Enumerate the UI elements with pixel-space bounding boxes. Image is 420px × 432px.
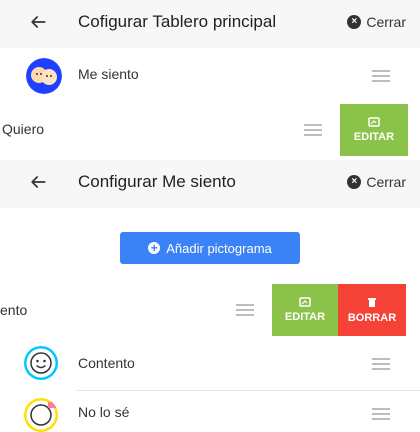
- drag-handle-icon[interactable]: [372, 358, 390, 370]
- list-item-label: Quiero: [2, 121, 45, 137]
- avatar: [24, 346, 58, 380]
- close-circle-icon: ×: [347, 15, 362, 29]
- list-item-label: ento: [0, 302, 28, 318]
- smiley-face-icon: [24, 346, 58, 380]
- list-item-label: Contento: [78, 355, 135, 371]
- list-item[interactable]: Me siento: [0, 48, 420, 104]
- page-title: Configurar Me siento: [78, 172, 236, 191]
- back-button[interactable]: [24, 168, 52, 196]
- edit-button[interactable]: EDITAR: [340, 104, 408, 156]
- add-pictogram-label: Añadir pictograma: [166, 240, 272, 256]
- list-item[interactable]: Contento: [0, 338, 420, 390]
- divider: [76, 390, 420, 391]
- arrow-left-icon: [31, 16, 46, 28]
- drag-handle-icon[interactable]: [372, 408, 390, 420]
- drag-handle-icon[interactable]: [236, 304, 254, 316]
- trash-icon: [368, 297, 376, 307]
- edit-icon: [368, 117, 380, 127]
- faces-pictogram: [26, 58, 62, 94]
- plus-circle-icon: +: [148, 242, 161, 254]
- close-circle-icon: ×: [347, 175, 362, 189]
- list-item-label: Me siento: [78, 66, 139, 82]
- drag-handle-icon[interactable]: [304, 124, 322, 136]
- unsure-face-icon: [24, 398, 58, 432]
- list-item[interactable]: Quiero EDITAR: [0, 104, 420, 156]
- close-button[interactable]: × Cerrar: [347, 174, 406, 190]
- add-pictogram-button[interactable]: + Añadir pictograma: [120, 232, 300, 264]
- delete-button[interactable]: BORRAR: [338, 284, 406, 336]
- edit-label: EDITAR: [353, 131, 395, 143]
- drag-handle-icon[interactable]: [372, 70, 390, 82]
- page-title: Cofigurar Tablero principal: [78, 12, 277, 31]
- list-item[interactable]: ento EDITAR BORRAR: [0, 284, 420, 336]
- edit-icon: [299, 297, 311, 307]
- close-button[interactable]: × Cerrar: [347, 14, 406, 30]
- avatar: [24, 398, 58, 432]
- close-label: Cerrar: [366, 14, 406, 30]
- close-label: Cerrar: [366, 174, 406, 190]
- edit-label: EDITAR: [284, 311, 326, 323]
- avatar: [26, 58, 62, 94]
- edit-button[interactable]: EDITAR: [272, 284, 338, 336]
- list-item[interactable]: No lo sé: [0, 392, 420, 432]
- header-configurar-tablero: Cofigurar Tablero principal × Cerrar: [0, 0, 420, 48]
- header-configurar-me-siento: Configurar Me siento × Cerrar: [0, 160, 420, 208]
- back-button[interactable]: [24, 8, 52, 36]
- delete-label: BORRAR: [347, 311, 397, 324]
- list-item-label: No lo sé: [78, 404, 130, 420]
- arrow-left-icon: [31, 176, 46, 188]
